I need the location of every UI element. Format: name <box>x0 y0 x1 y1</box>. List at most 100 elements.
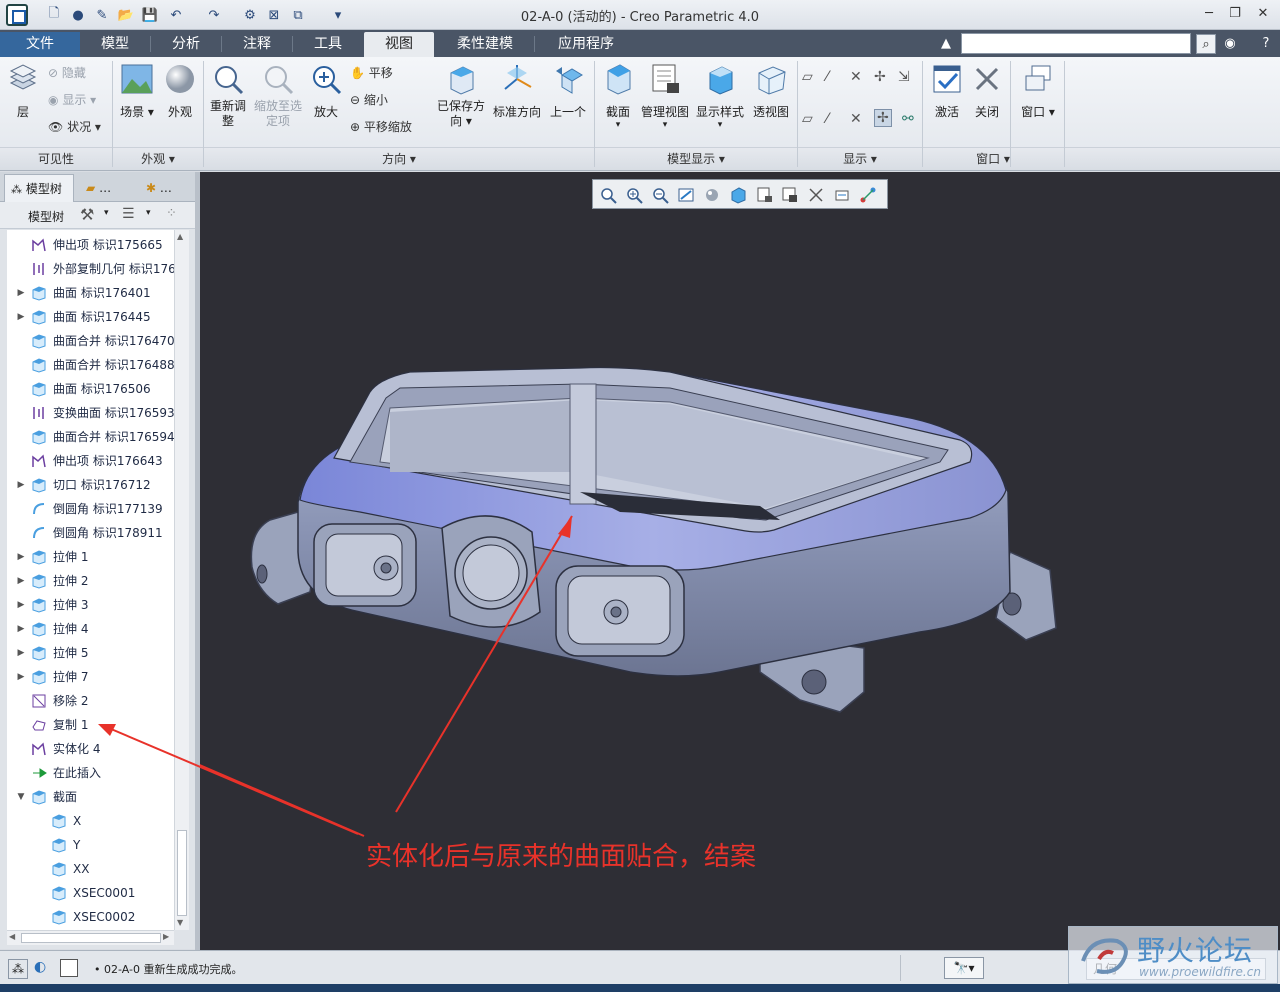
activate-button[interactable]: 激活 <box>928 63 966 120</box>
tree-item[interactable]: 伸出项 标识176643 <box>7 449 174 473</box>
expand-arrow-icon[interactable]: ▶ <box>16 281 26 305</box>
plane-display-icon[interactable]: ⏥ <box>802 69 813 85</box>
tree-item[interactable]: ▶ 拉伸 4 <box>7 617 174 641</box>
expand-arrow-icon[interactable]: ▶ <box>16 665 26 689</box>
windows-button[interactable]: 窗口 ▾ <box>1016 63 1060 120</box>
group-label-show: 显示 ▾ <box>843 152 877 166</box>
section-button[interactable]: 截面 ▾ <box>598 63 638 130</box>
tree-item[interactable]: ▶ 拉伸 7 <box>7 665 174 689</box>
tab-analysis[interactable]: 分析 <box>151 32 221 57</box>
display-style-button[interactable]: 显示样式 ▾ <box>694 63 746 130</box>
tree-columns-dropdown-icon[interactable]: ▾ <box>146 208 151 218</box>
tree-item[interactable]: ▶ 曲面 标识176401 <box>7 281 174 305</box>
zoom-out-button[interactable]: ⊖ 缩小 <box>350 90 388 110</box>
tree-columns-icon[interactable]: ☰ <box>122 206 135 222</box>
spin-center-icon[interactable]: ⇲ <box>898 69 910 85</box>
tree-hscroll-thumb[interactable] <box>21 933 161 943</box>
csys-tag-icon[interactable]: ✢ <box>874 109 892 127</box>
tree-item[interactable]: XSEC0002 <box>7 905 174 929</box>
tree-item[interactable]: ▶ 曲面 标识176445 <box>7 305 174 329</box>
display-style-icon <box>709 66 733 95</box>
tab-folder-browser[interactable]: ▰ … <box>80 174 134 202</box>
zoom-to-selected-button[interactable]: 缩放至选定项 <box>252 63 304 129</box>
tree-item[interactable]: ▶ 切口 标识176712 <box>7 473 174 497</box>
tab-model[interactable]: 模型 <box>80 32 150 57</box>
tree-horizontal-scrollbar[interactable]: ◀ ▶ <box>7 930 174 945</box>
manage-views-button[interactable]: 管理视图 ▾ <box>640 63 690 130</box>
round-icon <box>31 501 47 517</box>
tree-item[interactable]: XSEC0001 <box>7 881 174 905</box>
saved-orientations-button[interactable]: 已保存方向 ▾ <box>432 63 490 129</box>
tab-tools[interactable]: 工具 <box>293 32 363 57</box>
help-globe-icon[interactable]: ◉ <box>1220 34 1240 54</box>
pan-zoom-button[interactable]: ⊕ 平移缩放 <box>350 117 412 137</box>
find-binoculars-icon[interactable]: 🔭▾ <box>944 957 984 979</box>
tree-item[interactable]: 外部复制几何 标识176 <box>7 257 174 281</box>
tab-view[interactable]: 视图 <box>364 32 434 57</box>
plane-tag-icon[interactable]: ⏥ <box>802 111 813 127</box>
zoom-in-button[interactable]: 放大 <box>306 63 346 120</box>
minimize-button[interactable]: ─ <box>1198 4 1220 24</box>
expand-arrow-icon[interactable]: ▶ <box>16 569 26 593</box>
annotation-display-icon[interactable]: ⚯ <box>902 111 914 127</box>
layers-button[interactable]: 层 <box>4 63 42 120</box>
tab-file[interactable]: 文件 <box>0 32 80 57</box>
close-window-button[interactable]: 关闭 <box>968 63 1006 120</box>
status-button[interactable]: 👁 状况 ▾ <box>48 117 101 137</box>
tree-item[interactable]: XX <box>7 857 174 881</box>
search-input[interactable] <box>961 33 1191 54</box>
tree-item[interactable]: 倒圆角 标识177139 <box>7 497 174 521</box>
tree-item[interactable]: ▶ 拉伸 1 <box>7 545 174 569</box>
expand-arrow-icon[interactable]: ▶ <box>16 545 26 569</box>
tree-filter-icon[interactable]: ⁘ <box>166 206 177 221</box>
expand-arrow-icon[interactable]: ▶ <box>16 641 26 665</box>
tree-settings-dropdown-icon[interactable]: ▾ <box>104 208 109 218</box>
hide-button[interactable]: ⊘ 隐藏 <box>48 63 86 83</box>
collapse-ribbon-icon[interactable]: ▲ <box>936 34 956 54</box>
standard-orientation-button[interactable]: 标准方向 <box>490 63 544 120</box>
refit-button[interactable]: 重新调整 <box>206 63 250 129</box>
show-button[interactable]: ◉ 显示 ▾ <box>48 90 96 110</box>
expand-arrow-icon[interactable]: ▶ <box>16 617 26 641</box>
tree-item[interactable]: 变换曲面 标识176593 <box>7 401 174 425</box>
toggle-navigator-icon[interactable]: ⁂ <box>8 959 28 979</box>
pan-button[interactable]: ✋ 平移 <box>350 63 393 83</box>
tab-applications[interactable]: 应用程序 <box>535 32 637 57</box>
scene-button[interactable]: 场景 ▾ <box>116 63 158 120</box>
tree-item[interactable]: ▶ 拉伸 5 <box>7 641 174 665</box>
axis-tag-icon[interactable]: ⁄ <box>826 111 828 127</box>
tree-item[interactable]: 曲面 标识176506 <box>7 377 174 401</box>
tree-item[interactable]: ▶ 拉伸 2 <box>7 569 174 593</box>
tab-favorites[interactable]: ✱ … <box>140 174 194 202</box>
csys-display-icon[interactable]: ✢ <box>874 69 886 85</box>
tree-settings-icon[interactable]: ⚒ <box>80 205 94 224</box>
tree-item[interactable]: 移除 2 <box>7 689 174 713</box>
tree-item[interactable]: 伸出项 标识175665 <box>7 233 174 257</box>
close-button[interactable]: ✕ <box>1252 4 1274 24</box>
help-icon[interactable]: ? <box>1256 34 1276 54</box>
point-tag-icon[interactable]: ✕ <box>850 111 862 127</box>
tree-scroll-thumb[interactable] <box>177 830 187 916</box>
tab-flexible-modeling[interactable]: 柔性建模 <box>436 32 534 57</box>
restore-button[interactable]: ❐ <box>1224 4 1246 24</box>
appearance-button[interactable]: 外观 <box>162 63 198 120</box>
tab-model-tree[interactable]: ⁂ 模型树 <box>4 174 74 202</box>
fullscreen-toggle-icon[interactable] <box>60 959 78 977</box>
search-icon[interactable]: ⌕ <box>1196 34 1216 54</box>
expand-arrow-icon[interactable]: ▶ <box>16 473 26 497</box>
tree-item[interactable]: 曲面合并 标识176470 <box>7 329 174 353</box>
axis-display-icon[interactable]: ⁄ <box>826 69 828 85</box>
tree-item[interactable]: ▶ 拉伸 3 <box>7 593 174 617</box>
tab-annotate[interactable]: 注释 <box>222 32 292 57</box>
previous-button[interactable]: 上一个 <box>546 63 590 120</box>
expand-arrow-icon[interactable]: ▶ <box>16 593 26 617</box>
remove-icon <box>31 693 47 709</box>
perspective-button[interactable]: 透视图 <box>750 63 792 120</box>
collapse-arrow-icon[interactable]: ▼ <box>16 785 26 809</box>
point-display-icon[interactable]: ✕ <box>850 69 862 85</box>
tree-item[interactable]: 倒圆角 标识178911 <box>7 521 174 545</box>
expand-arrow-icon[interactable]: ▶ <box>16 305 26 329</box>
tree-item[interactable]: 曲面合并 标识176594 <box>7 425 174 449</box>
browser-toggle-icon[interactable]: ◐ <box>34 959 46 975</box>
tree-item[interactable]: 曲面合并 标识176488 <box>7 353 174 377</box>
